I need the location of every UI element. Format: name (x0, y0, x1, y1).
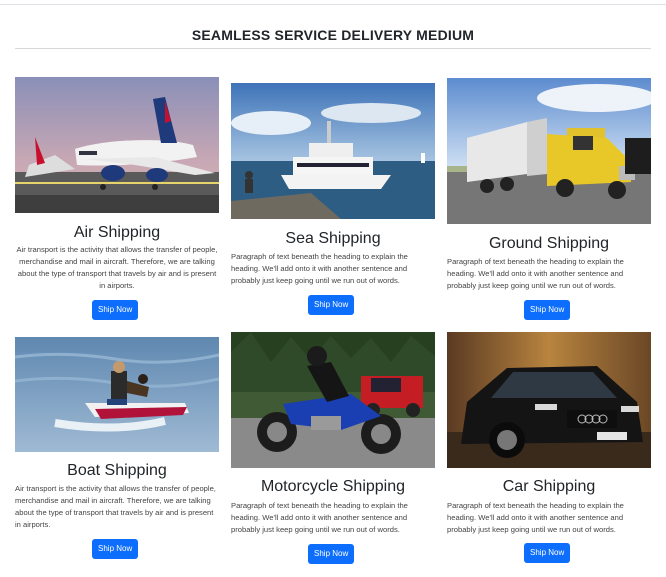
card-title: Boat Shipping (67, 462, 167, 479)
card-sea-shipping: Sea Shipping Paragraph of text beneath t… (231, 83, 435, 328)
ship-now-button[interactable]: Ship Now (524, 300, 571, 320)
ship-now-button[interactable]: Ship Now (308, 544, 355, 564)
ship-now-button[interactable]: Ship Now (92, 539, 139, 559)
card-boat-shipping: Boat Shipping Air transport is the activ… (15, 337, 219, 567)
motorcycle-photo (231, 332, 435, 468)
card-motorcycle-shipping: Motorcycle Shipping Paragraph of text be… (231, 332, 435, 572)
ship-now-button[interactable]: Ship Now (92, 300, 139, 320)
card-title: Sea Shipping (285, 230, 381, 247)
card-description: Paragraph of text beneath the heading to… (231, 501, 408, 534)
section-title: SEAMLESS SERVICE DELIVERY MEDIUM (191, 27, 475, 43)
title-divider (15, 48, 651, 49)
card-title: Ground Shipping (488, 235, 610, 252)
card-description: Paragraph of text beneath the heading to… (231, 252, 408, 285)
ship-now-button[interactable]: Ship Now (524, 543, 571, 563)
card-title: Air Shipping (73, 224, 161, 241)
card-ground-shipping: Ground Shipping Paragraph of text beneat… (447, 78, 651, 323)
ship-photo (231, 83, 435, 219)
top-divider (0, 4, 666, 5)
truck-photo (447, 78, 651, 224)
card-description: Air transport is the activity that allow… (15, 484, 216, 529)
card-description: Paragraph of text beneath the heading to… (447, 501, 624, 534)
ship-now-button[interactable]: Ship Now (308, 295, 355, 315)
card-description: Paragraph of text beneath the heading to… (447, 257, 624, 290)
card-description: Air transport is the activity that allow… (16, 245, 218, 290)
card-car-shipping: Car Shipping Paragraph of text beneath t… (447, 332, 651, 572)
card-title: Car Shipping (502, 478, 596, 495)
card-air-shipping: Air Shipping Air transport is the activi… (15, 77, 219, 322)
card-title: Motorcycle Shipping (260, 478, 406, 495)
jetski-photo (15, 337, 219, 452)
airplane-photo (15, 77, 219, 213)
car-photo (447, 332, 651, 468)
